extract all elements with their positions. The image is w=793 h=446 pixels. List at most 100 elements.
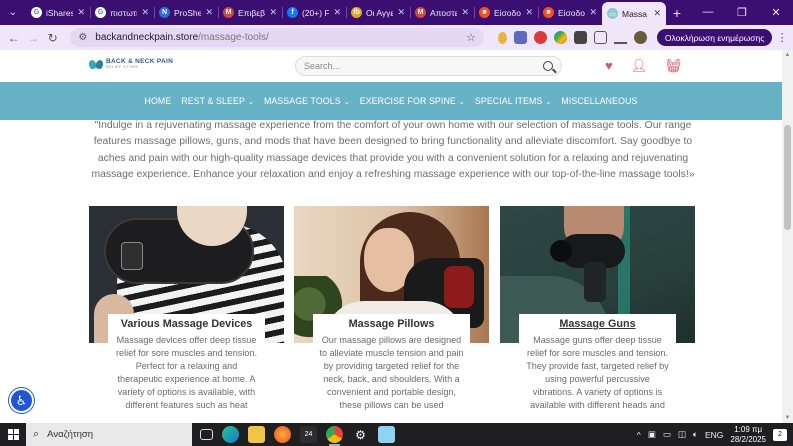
download-icon[interactable]: [613, 31, 627, 44]
card-title[interactable]: Various Massage Devices: [108, 317, 265, 331]
close-tab-icon[interactable]: ✕: [397, 7, 405, 18]
tray-camera-icon[interactable]: ▭: [663, 429, 671, 440]
logo-mark-icon: [89, 58, 103, 70]
notepad-icon[interactable]: [378, 426, 395, 443]
tray-app-icon[interactable]: ▣: [648, 429, 656, 440]
category-card-massage-devices[interactable]: Various Massage Devices Massage devices …: [89, 206, 284, 423]
browser-tab-title: Επιβεβ: [238, 7, 265, 18]
task-view-icon[interactable]: [200, 429, 213, 440]
scrollbar-thumb[interactable]: [784, 125, 791, 230]
tray-chevron-up-icon[interactable]: ^: [637, 430, 641, 440]
microsoft-icon: ■: [479, 7, 490, 18]
nav-item-home[interactable]: HOME: [145, 96, 172, 106]
app-badge-icon[interactable]: 24: [300, 426, 317, 443]
close-tab-icon[interactable]: ✕: [333, 7, 341, 18]
close-tab-icon[interactable]: ✕: [525, 7, 533, 18]
extension-yellow-icon[interactable]: [497, 31, 507, 44]
extensions-puzzle-icon[interactable]: [593, 31, 607, 44]
nav-item-special-items[interactable]: SPECIAL ITEMS ⌄: [475, 96, 551, 106]
address-bar[interactable]: ⚙ backandneckpain.store/massage-tools/ ☆: [70, 28, 484, 47]
back-arrow-icon[interactable]: ←: [4, 31, 23, 45]
extension-dark-icon[interactable]: [573, 31, 587, 44]
nav-item-rest-sleep[interactable]: REST & SLEEP ⌄: [181, 96, 254, 106]
card-description: Our massage pillows are designed to alle…: [319, 335, 464, 411]
browser-menu-icon[interactable]: ⋮: [775, 31, 789, 44]
edge-icon[interactable]: [222, 426, 239, 443]
site-info-icon[interactable]: ⚙: [78, 32, 87, 43]
notification-center-badge[interactable]: 2: [773, 428, 787, 441]
url-host: backandneckpain.store: [95, 32, 199, 43]
wishlist-heart-icon[interactable]: ♥: [605, 58, 613, 74]
nav-item-miscellaneous[interactable]: MISCELLANEOUS: [561, 96, 637, 106]
taskbar-search-placeholder: Αναζήτηση: [47, 429, 94, 440]
close-tab-icon[interactable]: ✕: [205, 7, 213, 18]
taskbar-search-box[interactable]: ⌕ Αναζήτηση: [26, 423, 192, 446]
site-header: BACK & NECK PAIN RELIEF STORE Search... …: [0, 50, 782, 82]
system-tray: ^ ▣ ▭ ◫ 🔈︎ ENG 1:09 πμ 28/2/2025 2: [637, 425, 793, 445]
microsoft-icon: ■: [543, 7, 554, 18]
close-tab-icon[interactable]: ✕: [653, 8, 661, 19]
page-scrollbar[interactable]: ▲ ▼: [782, 50, 793, 423]
url-path: /massage-tools/: [198, 32, 269, 43]
extension-red-icon[interactable]: [533, 31, 547, 44]
scroll-down-arrow-icon[interactable]: ▼: [784, 415, 791, 421]
close-window-button[interactable]: ✕: [759, 6, 793, 19]
firefox-icon[interactable]: [274, 426, 291, 443]
browser-tab[interactable]: ■ Είσοδο ✕: [474, 0, 538, 25]
close-tab-icon[interactable]: ✕: [269, 7, 277, 18]
site-search-input[interactable]: Search...: [295, 56, 562, 76]
settings-gear-icon[interactable]: ⚙: [352, 426, 369, 443]
new-tab-button[interactable]: +: [666, 5, 688, 21]
restore-button[interactable]: ❐: [725, 6, 759, 19]
chevron-down-icon: ⌄: [543, 99, 552, 106]
language-indicator[interactable]: ENG: [705, 430, 723, 440]
browser-tab[interactable]: M Αποστε ✕: [410, 0, 474, 25]
reload-icon[interactable]: ↻: [43, 31, 62, 45]
browser-tab[interactable]: M Επιβεβ ✕: [218, 0, 282, 25]
tab-search-chevron-icon[interactable]: ⌄: [0, 0, 26, 25]
card-description: Massage devices offer deep tissue relief…: [115, 335, 258, 411]
close-tab-icon[interactable]: ✕: [77, 7, 85, 18]
profile-avatar[interactable]: [633, 31, 647, 44]
google-icon: G: [95, 7, 106, 18]
site-logo[interactable]: BACK & NECK PAIN RELIEF STORE: [89, 58, 173, 70]
taskbar-clock[interactable]: 1:09 πμ 28/2/2025: [730, 425, 766, 445]
network-icon[interactable]: ◫: [678, 429, 686, 440]
close-tab-icon[interactable]: ✕: [141, 7, 149, 18]
browser-tab-strip: ⌄ GiShares ✕ Gπιστωτι ✕ N ProShe ✕ M Επιβεβ ✕ f (20…: [0, 0, 793, 25]
browser-tab[interactable]: ▭ Massa ✕: [602, 2, 666, 25]
nav-item-exercise-for-spine[interactable]: EXERCISE FOR SPINE ⌄: [360, 96, 465, 106]
category-card-massage-pillows[interactable]: Massage Pillows Our massage pillows are …: [294, 206, 489, 423]
extension-shield-icon[interactable]: [513, 31, 527, 44]
chevron-down-icon: ⌄: [456, 99, 465, 106]
account-user-icon[interactable]: 👤︎: [631, 58, 648, 74]
file-explorer-icon[interactable]: [248, 426, 265, 443]
extension-multicolor-icon[interactable]: [553, 31, 567, 44]
nav-item-massage-tools[interactable]: MASSAGE TOOLS ⌄: [264, 96, 350, 106]
accessibility-widget-icon[interactable]: ♿︎: [9, 388, 34, 413]
close-tab-icon[interactable]: ✕: [589, 7, 597, 18]
browser-tab-title: πιστωτι: [110, 7, 138, 18]
windows-start-icon[interactable]: [0, 423, 26, 446]
card-title[interactable]: Massage Guns: [519, 317, 676, 331]
scroll-up-arrow-icon[interactable]: ▲: [784, 52, 791, 58]
chrome-icon[interactable]: [326, 426, 343, 446]
bookmark-star-icon[interactable]: ☆: [466, 31, 476, 44]
browser-tab[interactable]: ■ Είσοδο ✕: [538, 0, 602, 25]
search-icon: ⌕: [33, 428, 40, 440]
browser-tab[interactable]: GiShares ✕: [26, 0, 90, 25]
close-tab-icon[interactable]: ✕: [461, 7, 469, 18]
minimize-button[interactable]: —: [691, 6, 725, 19]
category-card-massage-guns[interactable]: Massage Guns Massage guns offer deep tis…: [500, 206, 695, 423]
nav-item-label: EXERCISE FOR SPINE: [359, 96, 456, 106]
browser-tab[interactable]: fb Οι Αγγε ✕: [346, 0, 410, 25]
forward-arrow-icon[interactable]: →: [23, 31, 42, 45]
browser-tab[interactable]: N ProShe ✕: [154, 0, 218, 25]
browser-tab[interactable]: Gπιστωτι ✕: [90, 0, 154, 25]
browser-tab[interactable]: f (20+) F ✕: [282, 0, 346, 25]
update-browser-button[interactable]: Ολοκλήρωση ενημέρωσης: [656, 29, 773, 46]
cart-basket-icon[interactable]: 🧺︎: [665, 58, 682, 74]
card-title[interactable]: Massage Pillows: [313, 317, 470, 331]
search-icon[interactable]: [543, 61, 553, 71]
volume-icon[interactable]: 🔈︎: [693, 429, 698, 440]
